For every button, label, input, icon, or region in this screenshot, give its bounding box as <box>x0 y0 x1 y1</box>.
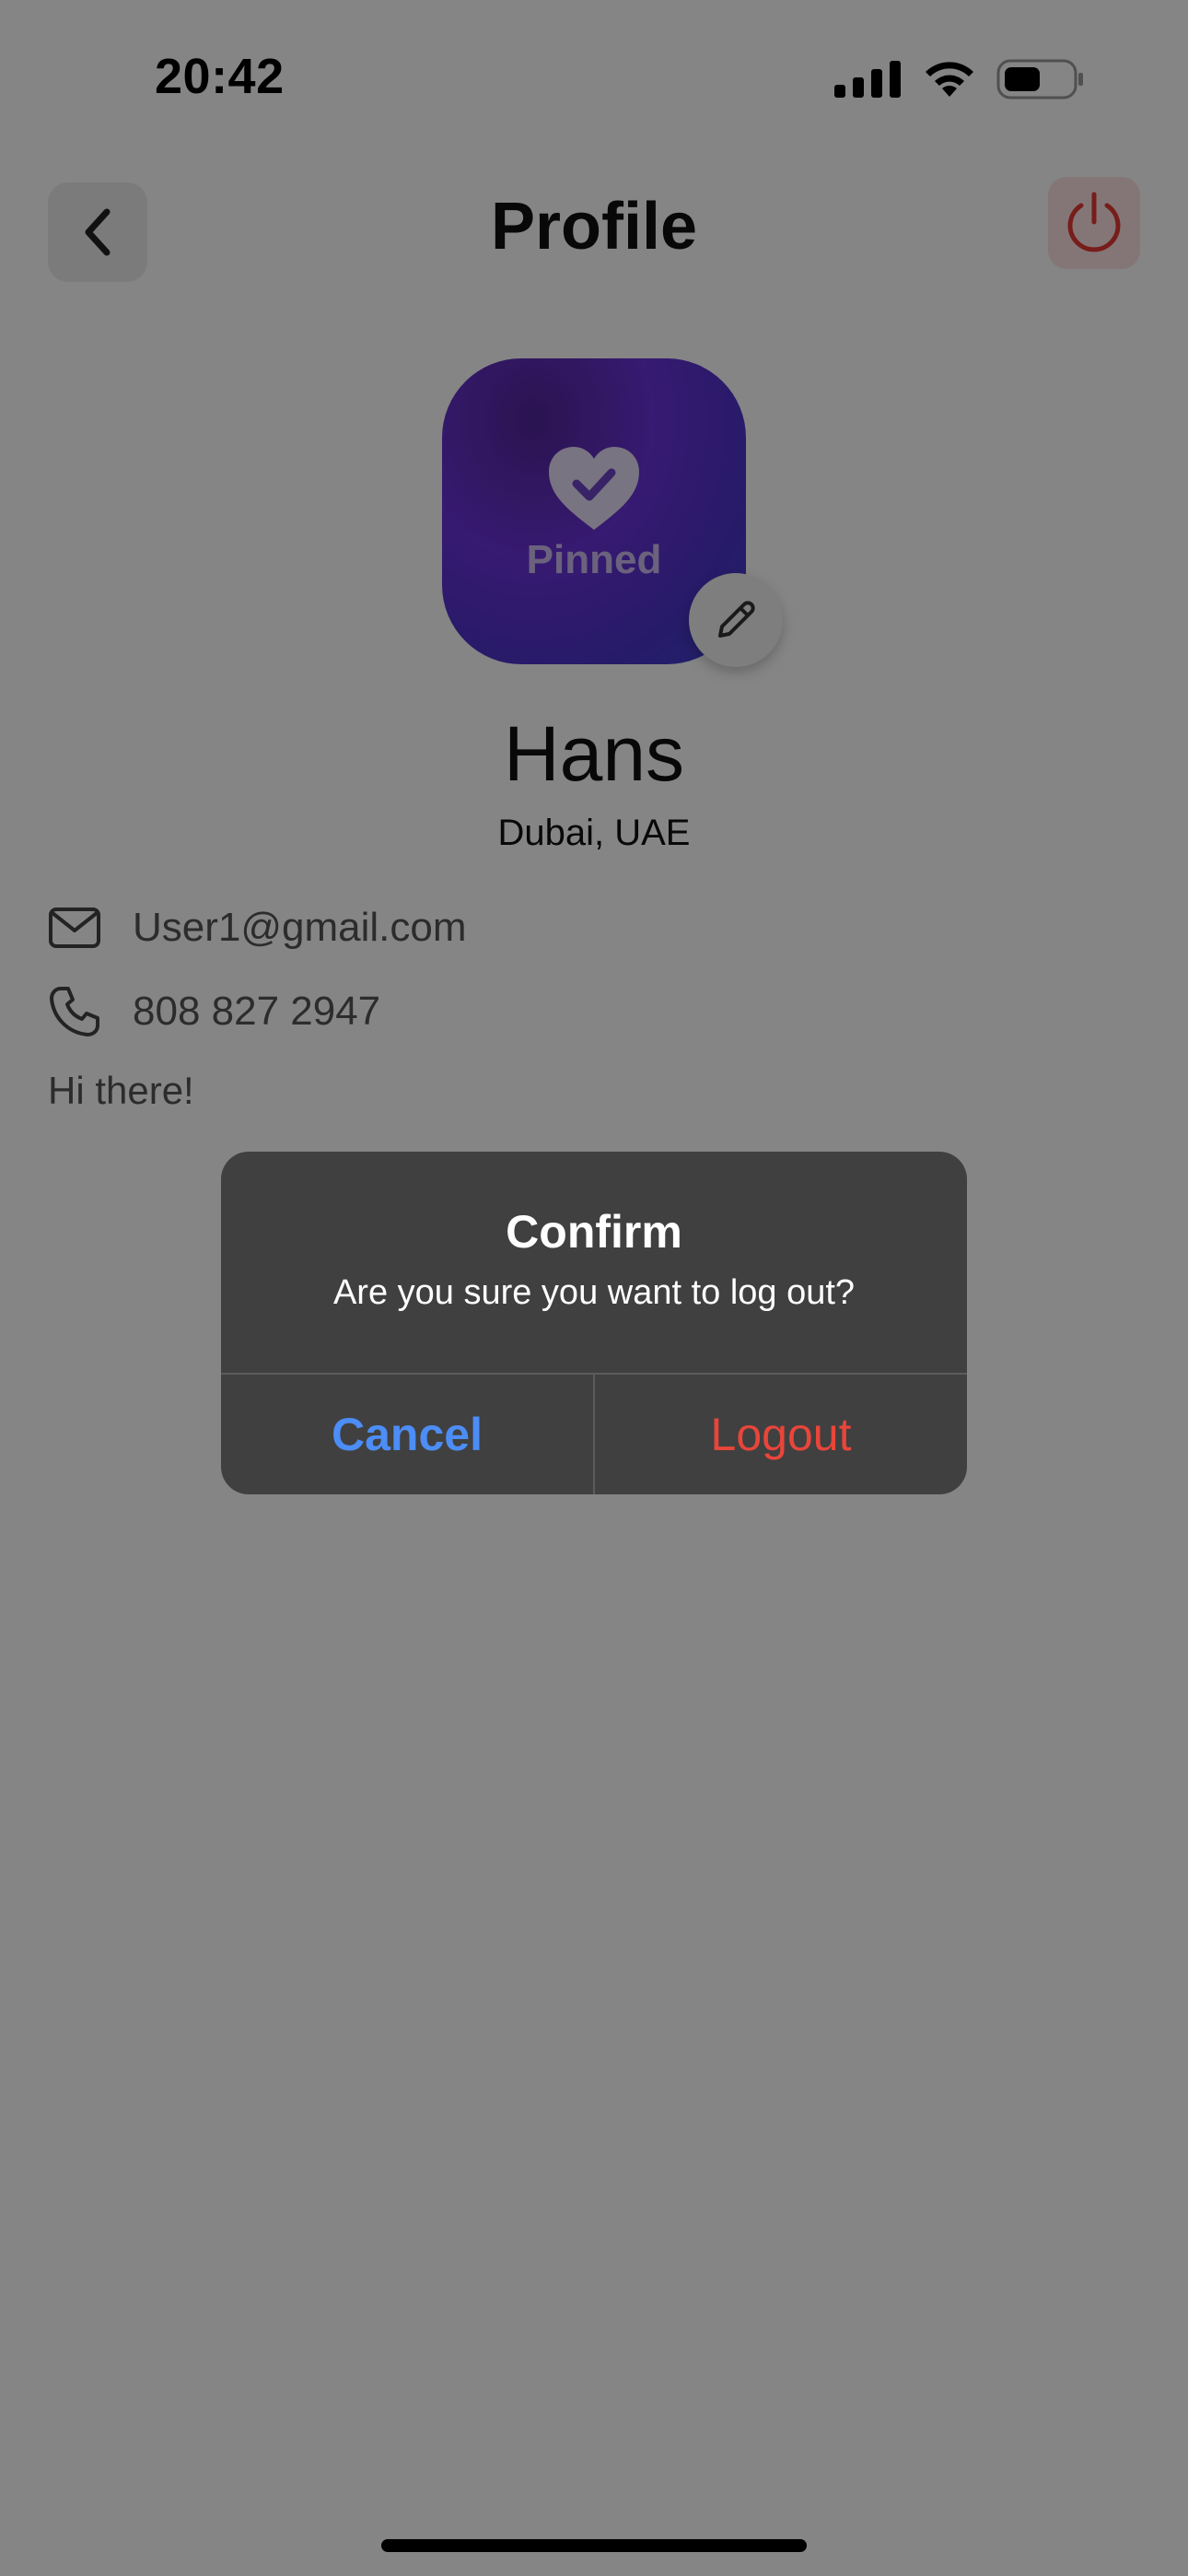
dialog-title: Confirm <box>506 1206 682 1258</box>
logout-confirm-dialog: Confirm Are you sure you want to log out… <box>221 1152 967 1494</box>
dialog-message: Are you sure you want to log out? <box>332 1273 856 1312</box>
profile-screen: 20:42 Profile Pinned Hans Dubai, UAE Use… <box>0 0 1188 2576</box>
cancel-button[interactable]: Cancel <box>221 1375 593 1494</box>
home-indicator[interactable] <box>381 2539 807 2552</box>
confirm-logout-button[interactable]: Logout <box>595 1375 967 1494</box>
